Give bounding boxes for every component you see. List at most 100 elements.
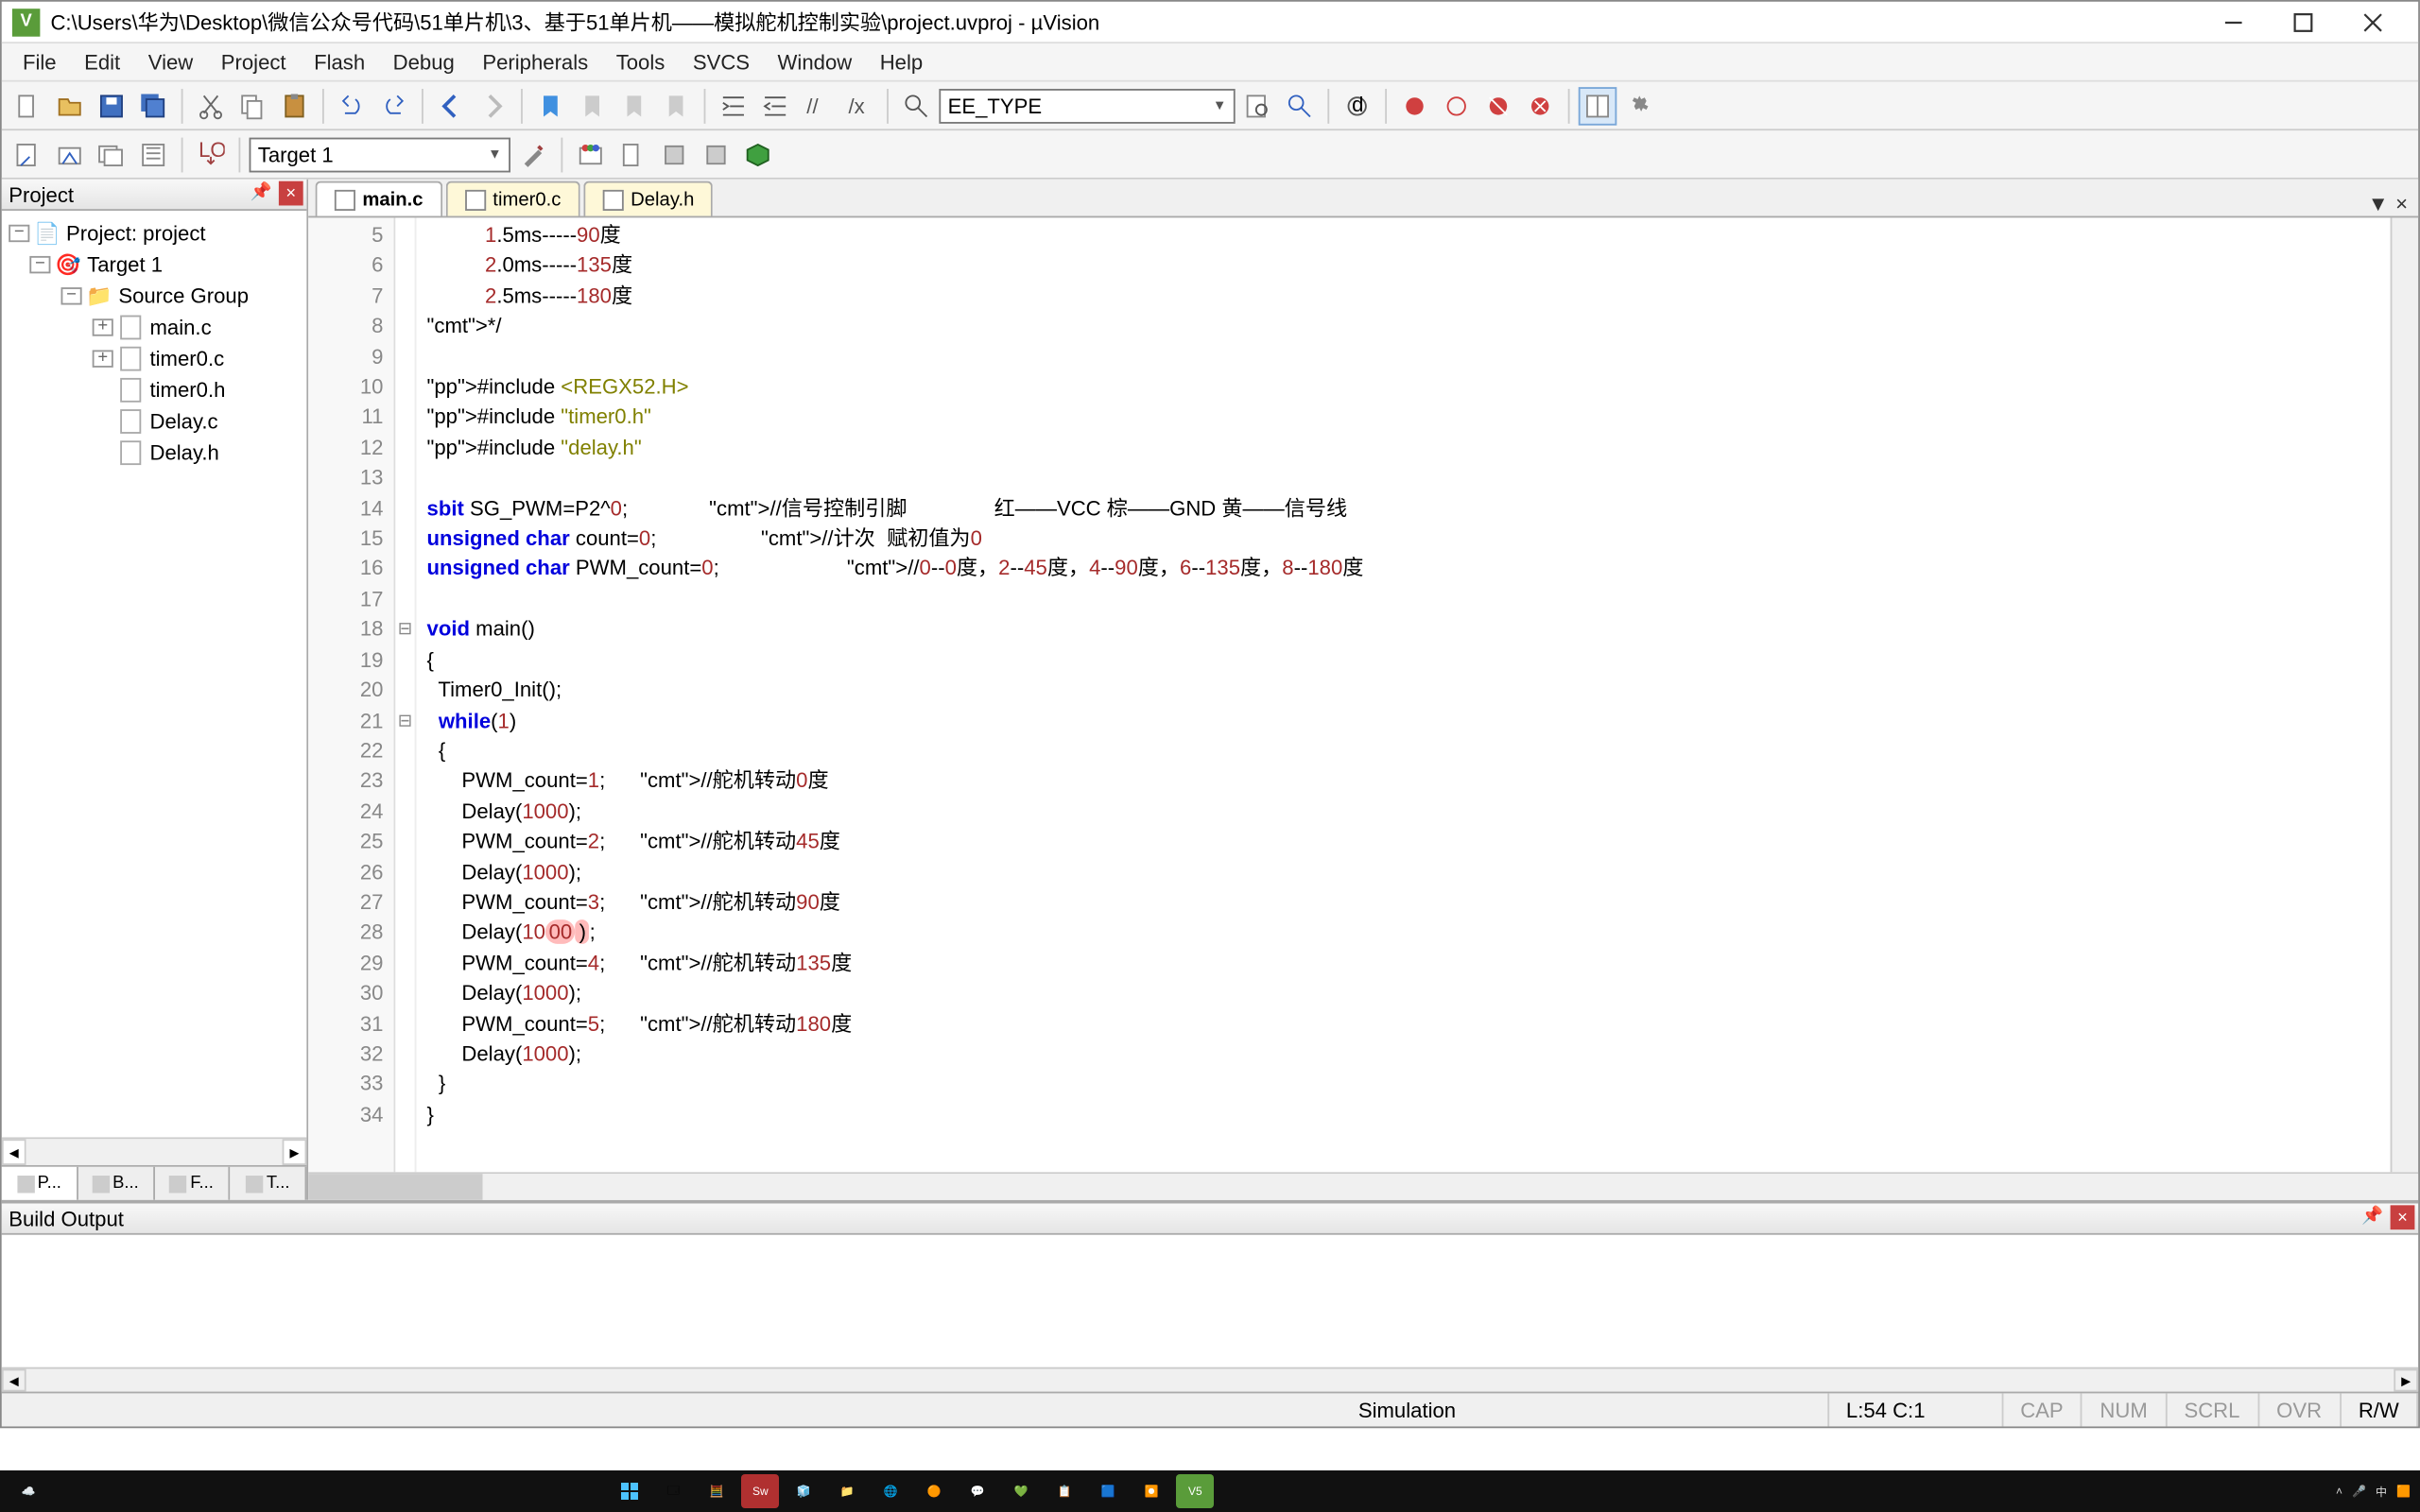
breakpoint-kill-button[interactable] bbox=[1521, 86, 1560, 125]
window-split-button[interactable] bbox=[1579, 86, 1617, 125]
taskbar-explorer-icon[interactable]: 🗔 bbox=[654, 1474, 692, 1508]
find-button[interactable] bbox=[897, 86, 936, 125]
rebuild-button[interactable] bbox=[93, 135, 131, 174]
menu-edit[interactable]: Edit bbox=[70, 46, 134, 77]
taskbar-store-icon[interactable]: 🧊 bbox=[785, 1474, 822, 1508]
menu-debug[interactable]: Debug bbox=[379, 46, 469, 77]
tree-target[interactable]: −🎯Target 1 bbox=[2, 249, 307, 281]
build-hscroll[interactable]: ◄ ► bbox=[2, 1367, 2418, 1392]
taskbar-files-icon[interactable]: 📁 bbox=[828, 1474, 866, 1508]
editor-tab[interactable]: timer0.c bbox=[446, 181, 580, 216]
menu-window[interactable]: Window bbox=[764, 46, 866, 77]
tray-ime-icon[interactable]: 中 bbox=[2376, 1484, 2387, 1500]
undo-button[interactable] bbox=[333, 86, 372, 125]
taskbar-app-icon[interactable]: 🟦 bbox=[1089, 1474, 1127, 1508]
tree-file[interactable]: Delay.c bbox=[2, 405, 307, 437]
project-hscroll[interactable]: ◄ ► bbox=[2, 1137, 307, 1164]
redo-button[interactable] bbox=[374, 86, 413, 125]
download-button[interactable]: LOAD bbox=[192, 135, 231, 174]
project-tab[interactable]: P... bbox=[2, 1167, 78, 1200]
tab-close-button[interactable]: × bbox=[2395, 192, 2408, 216]
taskbar-wechat-icon[interactable]: 💚 bbox=[1002, 1474, 1040, 1508]
editor-vscroll[interactable] bbox=[2391, 217, 2418, 1172]
environment-button[interactable] bbox=[697, 135, 735, 174]
target-combo[interactable]: Target 1▼ bbox=[250, 137, 510, 172]
taskbar-edge-icon[interactable]: 🌐 bbox=[872, 1474, 909, 1508]
bookmark-clear-button[interactable] bbox=[657, 86, 696, 125]
open-file-button[interactable] bbox=[50, 86, 89, 125]
find-in-files-button[interactable] bbox=[1238, 86, 1277, 125]
editor-tab[interactable]: main.c bbox=[316, 181, 442, 216]
bookmark-toggle-button[interactable] bbox=[531, 86, 570, 125]
cut-button[interactable] bbox=[192, 86, 231, 125]
save-button[interactable] bbox=[93, 86, 131, 125]
menu-file[interactable]: File bbox=[9, 46, 70, 77]
build-output-body[interactable] bbox=[2, 1235, 2418, 1367]
editor-hscroll[interactable] bbox=[308, 1172, 2418, 1199]
taskbar-weather-icon[interactable]: ☁️ bbox=[9, 1474, 47, 1508]
tree-root[interactable]: −📄Project: project bbox=[2, 217, 307, 249]
menu-help[interactable]: Help bbox=[866, 46, 937, 77]
pack-installer-button[interactable] bbox=[738, 135, 777, 174]
tray-chevron-icon[interactable]: ˄ bbox=[2336, 1485, 2342, 1498]
nav-forward-button[interactable] bbox=[474, 86, 512, 125]
code-text[interactable]: 1.5ms-----90度 2.0ms-----135度 2.5ms-----1… bbox=[416, 217, 2390, 1172]
debug-button[interactable]: d bbox=[1338, 86, 1376, 125]
scroll-right-button[interactable]: ► bbox=[2394, 1369, 2418, 1392]
breakpoint-enable-button[interactable] bbox=[1437, 86, 1476, 125]
scroll-left-button[interactable]: ◄ bbox=[2, 1369, 26, 1392]
tree-file[interactable]: +main.c bbox=[2, 312, 307, 343]
panel-close-button[interactable]: × bbox=[2391, 1205, 2415, 1229]
uncomment-button[interactable]: /x bbox=[839, 86, 878, 125]
build-button[interactable] bbox=[50, 135, 89, 174]
taskbar-uvision-icon[interactable]: V5 bbox=[1176, 1474, 1214, 1508]
menu-tools[interactable]: Tools bbox=[602, 46, 679, 77]
scroll-track[interactable] bbox=[26, 1139, 283, 1165]
menu-svcs[interactable]: SVCS bbox=[679, 46, 764, 77]
tree-group[interactable]: −📁Source Group bbox=[2, 281, 307, 312]
tray-app-icon[interactable]: 🟧 bbox=[2396, 1485, 2411, 1498]
tree-file[interactable]: timer0.h bbox=[2, 374, 307, 405]
pin-icon[interactable]: 📌 bbox=[251, 183, 272, 202]
pin-icon[interactable]: 📌 bbox=[2361, 1207, 2383, 1226]
menu-flash[interactable]: Flash bbox=[300, 46, 379, 77]
close-button[interactable] bbox=[2338, 3, 2408, 42]
taskbar-calculator-icon[interactable]: 🧮 bbox=[698, 1474, 735, 1508]
configure-button[interactable] bbox=[1620, 86, 1659, 125]
menu-view[interactable]: View bbox=[134, 46, 207, 77]
copy-button[interactable] bbox=[233, 86, 272, 125]
books-button[interactable] bbox=[655, 135, 694, 174]
target-options-button[interactable] bbox=[514, 135, 553, 174]
minimize-button[interactable] bbox=[2199, 3, 2269, 42]
menu-project[interactable]: Project bbox=[207, 46, 300, 77]
menu-peripherals[interactable]: Peripherals bbox=[469, 46, 602, 77]
taskbar-start-button[interactable] bbox=[611, 1474, 648, 1508]
tree-file[interactable]: +timer0.c bbox=[2, 343, 307, 374]
breakpoint-insert-button[interactable] bbox=[1395, 86, 1434, 125]
taskbar-app-icon[interactable]: 📋 bbox=[1046, 1474, 1083, 1508]
taskbar-qq-icon[interactable]: 💬 bbox=[959, 1474, 996, 1508]
incremental-find-button[interactable] bbox=[1281, 86, 1320, 125]
scroll-right-button[interactable]: ► bbox=[283, 1139, 307, 1165]
taskbar-record-icon[interactable]: ⏺️ bbox=[1132, 1474, 1170, 1508]
editor-tab[interactable]: Delay.h bbox=[583, 181, 713, 216]
translate-button[interactable] bbox=[9, 135, 47, 174]
outdent-button[interactable] bbox=[756, 86, 795, 125]
bookmark-prev-button[interactable] bbox=[573, 86, 612, 125]
manage-project-button[interactable] bbox=[572, 135, 611, 174]
taskbar-app-icon[interactable]: Sw bbox=[741, 1474, 779, 1508]
batch-build-button[interactable] bbox=[134, 135, 173, 174]
project-tree[interactable]: −📄Project: project −🎯Target 1 −📁Source G… bbox=[2, 211, 307, 1137]
indent-button[interactable] bbox=[715, 86, 753, 125]
project-tab[interactable]: F... bbox=[154, 1167, 231, 1200]
panel-close-button[interactable]: × bbox=[279, 181, 303, 206]
comment-button[interactable]: // bbox=[798, 86, 837, 125]
nav-back-button[interactable] bbox=[432, 86, 471, 125]
tray-mic-icon[interactable]: 🎤 bbox=[2352, 1485, 2366, 1498]
save-all-button[interactable] bbox=[134, 86, 173, 125]
search-combo[interactable]: EE_TYPE▼ bbox=[939, 88, 1235, 123]
tree-file[interactable]: Delay.h bbox=[2, 438, 307, 469]
scroll-left-button[interactable]: ◄ bbox=[2, 1139, 26, 1165]
fold-column[interactable]: ⊟ ⊟ bbox=[395, 217, 416, 1172]
tab-dropdown-button[interactable]: ▼ bbox=[2368, 192, 2389, 216]
